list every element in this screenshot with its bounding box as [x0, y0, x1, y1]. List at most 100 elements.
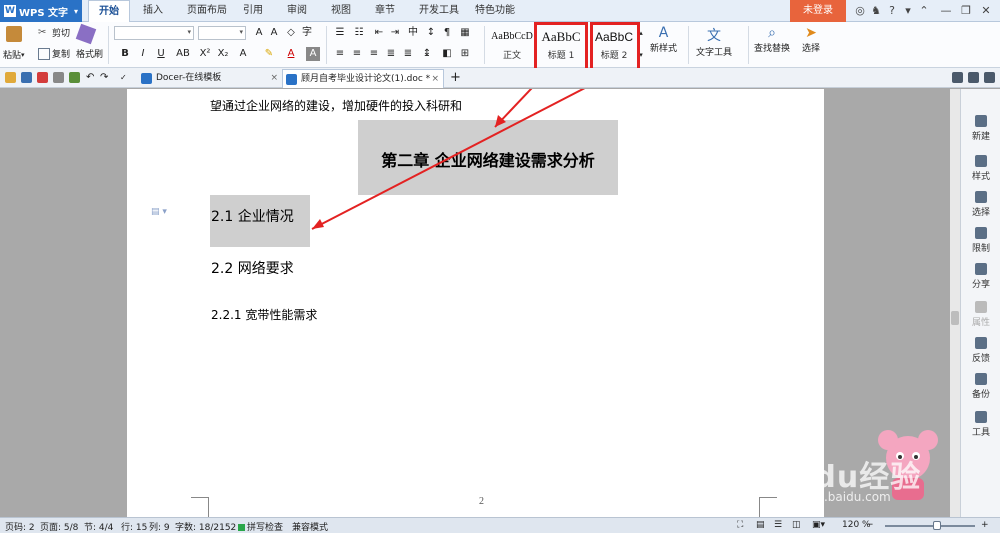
zoom-in-icon[interactable]: +: [981, 520, 989, 530]
style-normal[interactable]: AaBbCcD 正文: [490, 26, 534, 62]
page-view-icon[interactable]: ▤: [756, 520, 765, 530]
show-marks-icon[interactable]: ¶: [440, 26, 454, 40]
align-left-icon[interactable]: ≡: [333, 47, 347, 61]
tab-insert[interactable]: 插入: [136, 0, 170, 22]
spell-check-toggle[interactable]: 拼写检查: [238, 520, 283, 533]
outline-view-icon[interactable]: ☰: [774, 520, 782, 530]
paste-button[interactable]: [6, 26, 24, 42]
copy-button[interactable]: 复制: [38, 47, 70, 60]
export-pdf-icon[interactable]: [37, 72, 48, 83]
borders-icon[interactable]: ⊞: [458, 47, 472, 61]
read-view-icon[interactable]: ▣▾: [812, 520, 825, 530]
web-view-icon[interactable]: ◫: [792, 520, 801, 530]
focus-mode-icon[interactable]: ⛶: [737, 520, 743, 530]
zoom-out-icon[interactable]: −: [866, 520, 874, 530]
format-painter-button[interactable]: 格式刷: [76, 47, 103, 60]
increase-indent-icon[interactable]: ⇥: [388, 26, 402, 40]
text-tools-button[interactable]: 文 文字工具: [696, 25, 732, 58]
panel-tools[interactable]: 工具: [961, 411, 1000, 438]
zoom-slider[interactable]: [885, 525, 975, 527]
collapse-ribbon-icon[interactable]: ⌃: [916, 3, 932, 19]
superscript-icon[interactable]: X²: [198, 47, 212, 61]
panel-new[interactable]: 新建: [961, 115, 1000, 142]
new-tab-icon[interactable]: +: [450, 71, 461, 84]
print-preview-icon[interactable]: [69, 72, 80, 83]
tab-section[interactable]: 章节: [370, 0, 400, 22]
zoom-slider-knob[interactable]: [933, 521, 941, 530]
new-style-button[interactable]: A 新样式: [650, 25, 677, 54]
line-spacing-icon[interactable]: ↨: [420, 47, 434, 61]
doc-tab-active[interactable]: 顾月自考毕业设计论文(1).doc * ×: [282, 69, 444, 88]
grow-font-icon[interactable]: A: [252, 26, 266, 40]
justify-icon[interactable]: ≣: [384, 47, 398, 61]
panel-share[interactable]: 分享: [961, 263, 1000, 290]
tab-references[interactable]: 引用: [238, 0, 268, 22]
layout-icon[interactable]: [968, 72, 979, 83]
close-tab-icon[interactable]: ×: [431, 70, 439, 88]
highlight-icon[interactable]: ✎: [262, 47, 276, 61]
tab-page-layout[interactable]: 页面布局: [180, 0, 234, 22]
bold-icon[interactable]: B: [118, 47, 132, 61]
status-word-count[interactable]: 字数: 18/2152: [175, 520, 236, 533]
cut-button[interactable]: ✂ 剪切: [38, 26, 70, 40]
tab-developer[interactable]: 开发工具: [414, 0, 464, 22]
options-icon[interactable]: ▾: [900, 3, 916, 19]
distribute-icon[interactable]: ≣: [401, 47, 415, 61]
scrollbar-thumb[interactable]: [951, 311, 959, 325]
tab-features[interactable]: 特色功能: [470, 0, 520, 22]
app-menu-button[interactable]: W WPS 文字 ▾: [0, 0, 82, 22]
panel-feedback[interactable]: 反馈: [961, 337, 1000, 364]
panel-restrict[interactable]: 限制: [961, 227, 1000, 254]
undo-icon[interactable]: ↶: [86, 72, 97, 83]
select-button[interactable]: ➤ 选择: [802, 25, 820, 54]
strikethrough-icon[interactable]: AB: [174, 47, 192, 61]
chinese-layout-icon[interactable]: 中: [406, 26, 420, 40]
shrink-font-icon[interactable]: A: [267, 26, 281, 40]
sort-icon[interactable]: ↕: [424, 26, 438, 40]
bullet-list-icon[interactable]: ☰: [333, 26, 347, 40]
close-tab-icon[interactable]: ×: [270, 69, 278, 87]
font-size-select[interactable]: ▾: [198, 26, 246, 40]
phonetic-icon[interactable]: 字: [300, 26, 314, 40]
shirt-icon[interactable]: ♞: [868, 3, 884, 19]
numbered-list-icon[interactable]: ☷: [352, 26, 366, 40]
panel-style[interactable]: 样式: [961, 155, 1000, 182]
redo-icon[interactable]: ↷: [100, 72, 111, 83]
tab-review[interactable]: 审阅: [282, 0, 312, 22]
shading-icon[interactable]: ◧: [440, 47, 454, 61]
doc-tab-docer[interactable]: Docer-在线模板 ×: [138, 69, 282, 88]
restore-icon[interactable]: ❐: [958, 3, 974, 19]
tab-home[interactable]: 开始: [88, 0, 130, 23]
minimize-icon[interactable]: —: [938, 3, 954, 19]
font-color-icon[interactable]: A: [284, 47, 298, 61]
skin-icon[interactable]: ◎: [852, 3, 868, 19]
clear-format-icon[interactable]: ◇: [284, 26, 298, 40]
print-icon[interactable]: [53, 72, 64, 83]
help-icon[interactable]: ?: [884, 3, 900, 19]
login-button[interactable]: 未登录: [790, 0, 846, 22]
panel-icon[interactable]: [984, 72, 995, 83]
save-icon[interactable]: [21, 72, 32, 83]
close-icon[interactable]: ✕: [978, 3, 994, 19]
tab-view[interactable]: 视图: [326, 0, 356, 22]
find-replace-button[interactable]: ⌕ 查找替换: [754, 25, 790, 54]
italic-icon[interactable]: I: [136, 47, 150, 61]
align-right-icon[interactable]: ≡: [367, 47, 381, 61]
panel-select[interactable]: 选择: [961, 191, 1000, 218]
align-center-icon[interactable]: ≡: [350, 47, 364, 61]
panel-properties[interactable]: 属性: [961, 301, 1000, 328]
underline-icon[interactable]: U: [154, 47, 168, 61]
open-icon[interactable]: [5, 72, 16, 83]
subscript-icon[interactable]: X₂: [216, 47, 230, 61]
panel-backup[interactable]: 备份: [961, 373, 1000, 400]
char-shading-icon[interactable]: A: [306, 47, 320, 61]
sidebar-toggle-icon[interactable]: [952, 72, 963, 83]
text-effect-icon[interactable]: A: [236, 47, 250, 61]
table-icon[interactable]: ▦: [458, 26, 472, 40]
customize-icon[interactable]: ✓: [120, 72, 131, 83]
paste-label[interactable]: 粘贴 ▾: [3, 48, 25, 62]
decrease-indent-icon[interactable]: ⇤: [372, 26, 386, 40]
vertical-scrollbar[interactable]: [950, 89, 960, 517]
font-name-select[interactable]: ▾: [114, 26, 194, 40]
format-painter-icon[interactable]: [75, 23, 97, 45]
